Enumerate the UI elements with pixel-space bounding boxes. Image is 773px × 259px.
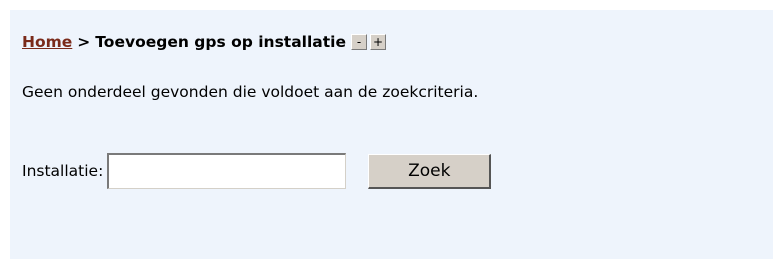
page-title: Toevoegen gps op installatie [95, 33, 346, 51]
installatie-label: Installatie: [22, 162, 104, 180]
installatie-input[interactable] [107, 153, 347, 189]
breadcrumb: Home > Toevoegen gps op installatie - + [22, 30, 386, 54]
search-button[interactable]: Zoek [368, 153, 492, 189]
home-link[interactable]: Home [22, 33, 72, 51]
increase-font-button[interactable]: + [370, 34, 386, 50]
search-form: Installatie: Zoek [22, 152, 492, 190]
breadcrumb-separator: > [77, 33, 91, 51]
decrease-font-button[interactable]: - [351, 34, 367, 50]
no-results-message: Geen onderdeel gevonden die voldoet aan … [22, 83, 479, 101]
